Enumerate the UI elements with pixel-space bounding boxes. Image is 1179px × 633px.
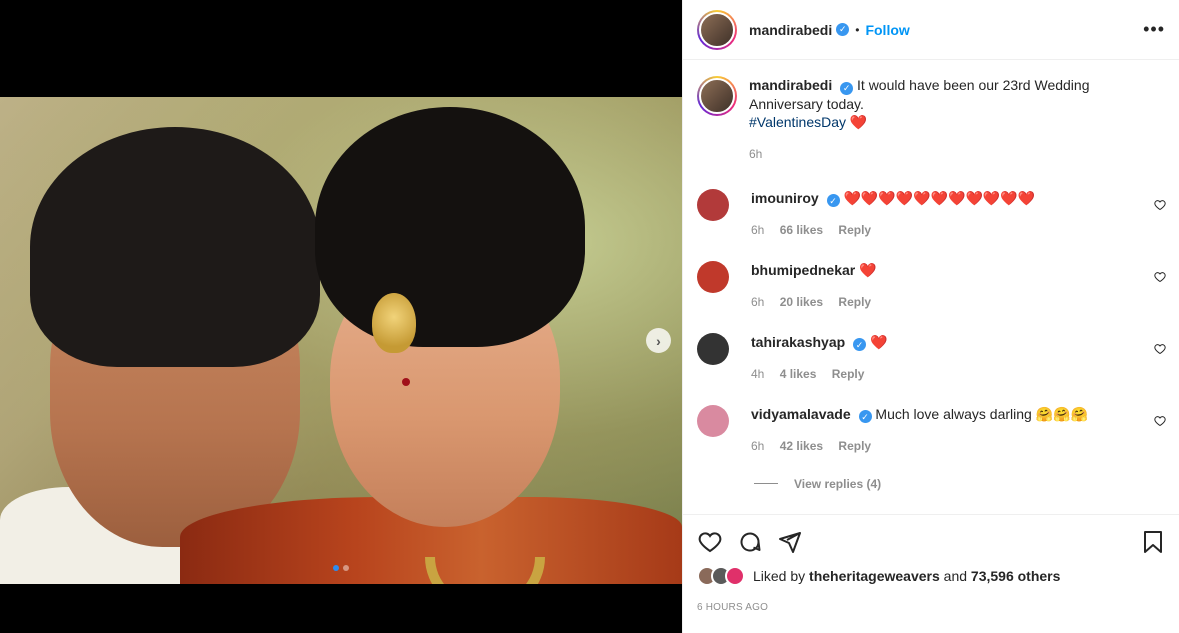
caption-time[interactable]: 6h [749, 145, 1166, 163]
reply-button[interactable]: Reply [832, 367, 865, 381]
view-replies-button[interactable]: View replies (4) [683, 477, 1179, 491]
next-photo-button[interactable]: › [646, 328, 671, 353]
heart-outline-icon[interactable] [1154, 199, 1166, 214]
liked-by-user[interactable]: theheritageweavers [809, 568, 940, 584]
more-options-icon[interactable]: ••• [1143, 19, 1165, 40]
instagram-post-view: › mandirabedi ✓ • Follow ••• mandirabedi… [0, 0, 1179, 633]
author-username[interactable]: mandirabedi [749, 22, 832, 38]
comment-likes[interactable]: 4 likes [780, 367, 817, 381]
comment-item: bhumipednekar ❤️ 6h 20 likes Reply [683, 260, 1179, 333]
comment-likes[interactable]: 66 likes [780, 223, 823, 237]
verified-badge-icon: ✓ [840, 81, 854, 95]
photo-man-hair [30, 127, 320, 367]
heart-outline-icon[interactable] [1154, 343, 1166, 358]
liked-by-avatars[interactable] [697, 566, 745, 586]
separator-dot: • [855, 22, 860, 37]
carousel-dot [343, 565, 349, 571]
liked-by-count[interactable]: 73,596 others [971, 568, 1061, 584]
post-photo[interactable] [0, 97, 682, 584]
caption-avatar[interactable] [697, 76, 737, 116]
comment-avatar[interactable] [697, 404, 729, 437]
comment-time[interactable]: 6h [751, 223, 764, 237]
comment-username[interactable]: tahirakashyap [751, 334, 845, 350]
reply-button[interactable]: Reply [838, 439, 871, 453]
post-caption: mandirabedi ✓ It would have been our 23r… [683, 60, 1179, 163]
comment-item: imouniroy ✓ ❤️❤️❤️❤️❤️❤️❤️❤️❤️❤️❤️ 6h 66… [683, 188, 1179, 261]
verified-badge-icon: ✓ [858, 410, 872, 423]
comment-avatar[interactable] [697, 332, 729, 365]
comment-text: ❤️❤️❤️❤️❤️❤️❤️❤️❤️❤️❤️ [843, 189, 1036, 206]
comment-username[interactable]: vidyamalavade [751, 406, 851, 422]
photo-maang-tikka [372, 293, 416, 353]
comment-text: ❤️ [869, 333, 888, 350]
reply-button[interactable]: Reply [838, 295, 871, 309]
comment-item: tahirakashyap ✓ ❤️ 4h 4 likes Reply [683, 332, 1179, 405]
like-icon[interactable] [697, 529, 723, 555]
carousel-dots [0, 565, 682, 571]
author-avatar[interactable] [697, 9, 737, 50]
reply-button[interactable]: Reply [838, 223, 871, 237]
comment-item: vidyamalavade ✓ Much love always darling… [683, 404, 1179, 477]
verified-badge-icon: ✓ [836, 23, 850, 36]
heart-outline-icon[interactable] [1154, 271, 1166, 286]
comment-likes[interactable]: 20 likes [780, 295, 823, 309]
photo-woman-hair [315, 107, 585, 347]
heart-outline-icon[interactable] [1154, 415, 1166, 430]
post-media: › [0, 0, 682, 633]
comment-time[interactable]: 4h [751, 367, 764, 381]
caption-username[interactable]: mandirabedi [749, 77, 832, 93]
post-header: mandirabedi ✓ • Follow ••• [683, 0, 1179, 60]
post-side-panel: mandirabedi ✓ • Follow ••• mandirabedi ✓… [682, 0, 1179, 633]
comment-likes[interactable]: 42 likes [780, 439, 823, 453]
comment-time[interactable]: 6h [751, 295, 764, 309]
caption-hashtag[interactable]: #ValentinesDay [749, 114, 846, 130]
bookmark-icon[interactable] [1140, 529, 1166, 555]
action-bar [683, 514, 1179, 555]
comment-avatar[interactable] [697, 260, 729, 293]
view-replies-label: View replies (4) [794, 476, 882, 491]
liked-by-and: and [943, 568, 968, 584]
comment-text: Much love always darling 🤗🤗🤗 [875, 405, 1088, 422]
comments-list[interactable]: mandirabedi ✓ It would have been our 23r… [683, 60, 1179, 514]
photo-bindi [402, 378, 410, 386]
comment-avatar[interactable] [697, 188, 729, 221]
follow-button[interactable]: Follow [865, 22, 909, 38]
liked-by-prefix: Liked by [753, 568, 806, 584]
liked-by-row: Liked by theheritageweavers and 73,596 o… [697, 566, 1060, 586]
comment-icon[interactable] [737, 529, 763, 555]
caption-heart-emoji: ❤️ [849, 113, 868, 130]
verified-badge-icon: ✓ [826, 194, 840, 207]
view-replies-line [754, 483, 778, 484]
comment-time[interactable]: 6h [751, 439, 764, 453]
chevron-right-icon: › [656, 332, 661, 349]
comment-text: ❤️ [859, 261, 877, 278]
verified-badge-icon: ✓ [853, 338, 867, 351]
comment-username[interactable]: imouniroy [751, 190, 819, 206]
share-icon[interactable] [777, 529, 803, 555]
carousel-dot-active [333, 565, 339, 571]
comment-username[interactable]: bhumipednekar [751, 262, 855, 278]
posted-time[interactable]: 6 HOURS AGO [697, 602, 768, 613]
